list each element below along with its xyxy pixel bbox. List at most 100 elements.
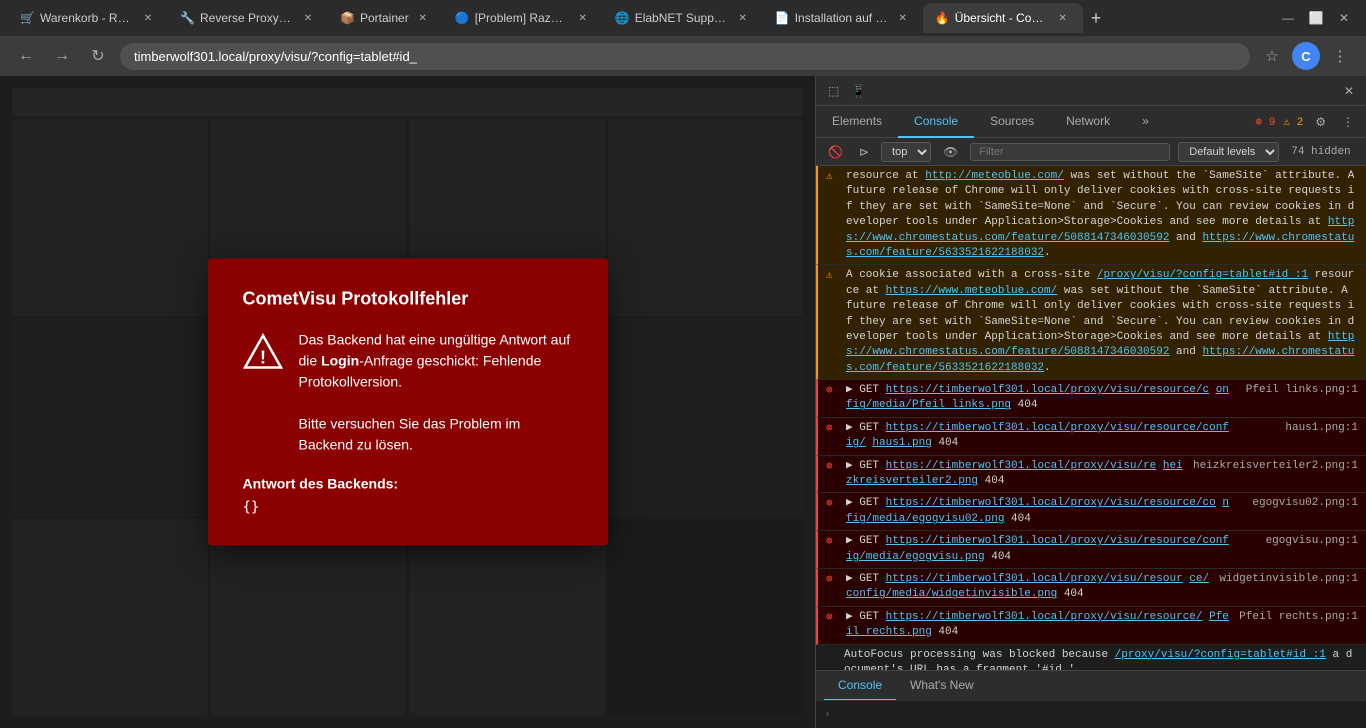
message-content: ▶ GET https://timberwolf301.local/proxy/… bbox=[846, 610, 1230, 641]
console-prompt-icon: › bbox=[824, 709, 831, 721]
error-response-body: {} bbox=[243, 500, 573, 516]
tab-portainer[interactable]: 📦 Portainer ✕ bbox=[328, 3, 443, 33]
message-location: haus1.png:1 bbox=[1238, 421, 1358, 436]
console-message: ⊗ ▶ GET https://timberwolf301.local/prox… bbox=[816, 418, 1366, 456]
error-dialog: CometVisu Protokollfehler ! Das Backend … bbox=[208, 259, 608, 546]
message-link[interactable]: /proxy/visu/?config=tablet#id :1 bbox=[1097, 269, 1308, 281]
inspect-element-button[interactable]: ⬚ bbox=[824, 82, 843, 100]
message-content: ▶ GET https://timberwolf301.local/proxy/… bbox=[846, 421, 1230, 452]
tab-warenkorb[interactable]: 🛒 Warenkorb - Rau… ✕ bbox=[8, 3, 168, 33]
warning-count-badge: ⚠ 2 bbox=[1283, 115, 1303, 129]
error-response-label: Antwort des Backends: bbox=[243, 476, 573, 492]
error-count-badge: ⊗ 9 bbox=[1256, 115, 1276, 129]
warning-icon: ⚠ bbox=[826, 170, 842, 185]
close-window-button[interactable]: ✕ bbox=[1330, 4, 1358, 32]
devtools-more-button[interactable]: ⋮ bbox=[1338, 113, 1358, 131]
devtools-close-button[interactable]: ✕ bbox=[1340, 82, 1358, 100]
tab-title-reverse-proxy: Reverse Proxy | Ti… bbox=[200, 11, 294, 25]
message-content: ▶ GET https://timberwolf301.local/proxy/… bbox=[846, 572, 1211, 603]
hidden-count: 74 hidden bbox=[1291, 146, 1350, 158]
message-link[interactable]: https://timberwolf301.local/proxy/visu/r… bbox=[886, 535, 1229, 547]
devtools-tab-console[interactable]: Console bbox=[898, 106, 974, 138]
message-link[interactable]: https://timberwolf301.local/proxy/visu/r… bbox=[886, 460, 1157, 472]
message-link[interactable]: https://timberwolf301.local/proxy/visu/r… bbox=[886, 611, 1203, 623]
message-link[interactable]: haus1.png bbox=[872, 437, 931, 449]
message-content: ▶ GET https://timberwolf301.local/proxy/… bbox=[846, 459, 1185, 490]
message-content: ▶ GET https://timberwolf301.local/proxy/… bbox=[846, 383, 1230, 414]
message-content: A cookie associated with a cross-site /p… bbox=[846, 268, 1358, 376]
message-content: AutoFocus processing was blocked because… bbox=[844, 648, 1358, 670]
console-filter-input[interactable] bbox=[970, 143, 1170, 161]
console-level-select[interactable]: Default levels bbox=[1178, 142, 1279, 162]
address-bar: ← → ↻ ☆ C ⋮ bbox=[0, 36, 1366, 76]
back-button[interactable]: ← bbox=[12, 42, 40, 70]
console-clear-button[interactable]: 🚫 bbox=[824, 143, 847, 161]
devtools-bottom-tab-console[interactable]: Console bbox=[824, 671, 896, 701]
console-message: ⊗ ▶ GET https://timberwolf301.local/prox… bbox=[816, 380, 1366, 418]
forward-button[interactable]: → bbox=[48, 42, 76, 70]
devtools-settings-button[interactable]: ⚙ bbox=[1311, 113, 1330, 131]
devtools-tab-network[interactable]: Network bbox=[1050, 106, 1126, 138]
tab-favicon-installation: 📄 bbox=[775, 11, 789, 25]
error-icon: ⊗ bbox=[826, 611, 842, 626]
message-link[interactable]: https://timberwolf301.local/proxy/visu/r… bbox=[886, 573, 1183, 585]
device-toolbar-button[interactable]: 📱 bbox=[847, 82, 870, 100]
message-link[interactable]: /proxy/visu/?config=tablet#id :1 bbox=[1115, 649, 1326, 661]
tab-title-problem: [Problem] Razors… bbox=[475, 11, 569, 25]
tab-close-ubersicht[interactable]: ✕ bbox=[1055, 10, 1071, 26]
tab-close-warenkorb[interactable]: ✕ bbox=[140, 10, 156, 26]
tab-reverse-proxy[interactable]: 🔧 Reverse Proxy | Ti… ✕ bbox=[168, 3, 328, 33]
error-dialog-title: CometVisu Protokollfehler bbox=[243, 289, 573, 310]
tab-close-problem[interactable]: ✕ bbox=[575, 10, 591, 26]
error-icon: ⊗ bbox=[826, 535, 842, 550]
message-link[interactable]: https://www.meteoblue.com/ bbox=[886, 285, 1058, 297]
message-link[interactable]: https://timberwolf301.local/proxy/visu/r… bbox=[886, 497, 1216, 509]
error-dialog-body: ! Das Backend hat eine ungültige Antwort… bbox=[243, 330, 573, 456]
error-icon: ⊗ bbox=[826, 384, 842, 399]
menu-button[interactable]: ⋮ bbox=[1326, 42, 1354, 70]
message-location: widgetinvisible.png:1 bbox=[1219, 572, 1358, 587]
console-messages[interactable]: ⚠ resource at http://meteoblue.com/ was … bbox=[816, 166, 1366, 670]
maximize-button[interactable]: ⬜ bbox=[1302, 4, 1330, 32]
tab-title-installation: Installation auf de… bbox=[795, 11, 889, 25]
tab-title-ubersicht: Übersicht - Come… bbox=[955, 11, 1049, 25]
devtools-bottom-tab-whatsnew[interactable]: What's New bbox=[896, 671, 988, 701]
console-expand-button[interactable]: ⊳ bbox=[855, 143, 873, 161]
tab-favicon-warenkorb: 🛒 bbox=[20, 11, 34, 25]
url-bar[interactable] bbox=[120, 43, 1250, 70]
console-context-select[interactable]: top bbox=[881, 142, 931, 162]
message-location: egogvisu02.png:1 bbox=[1238, 496, 1358, 511]
message-link[interactable]: http://meteoblue.com/ bbox=[925, 170, 1064, 182]
refresh-button[interactable]: ↻ bbox=[84, 42, 112, 70]
console-message: ⊗ ▶ GET https://timberwolf301.local/prox… bbox=[816, 456, 1366, 494]
tab-ubersicht[interactable]: 🔥 Übersicht - Come… ✕ bbox=[923, 3, 1083, 33]
bookmark-button[interactable]: ☆ bbox=[1258, 42, 1286, 70]
toolbar-icons: ☆ C ⋮ bbox=[1258, 42, 1354, 70]
tab-favicon-portainer: 📦 bbox=[340, 11, 354, 25]
tab-close-installation[interactable]: ✕ bbox=[895, 10, 911, 26]
console-input[interactable] bbox=[839, 708, 1358, 721]
tab-close-portainer[interactable]: ✕ bbox=[415, 10, 431, 26]
devtools-console-input-area: › bbox=[816, 700, 1366, 728]
tab-title-elabnet: ElabNET Support f… bbox=[635, 11, 729, 25]
devtools-tab-elements[interactable]: Elements bbox=[816, 106, 898, 138]
minimize-button[interactable]: — bbox=[1274, 4, 1302, 32]
devtools-tab-more[interactable]: » bbox=[1126, 106, 1165, 138]
message-link[interactable]: https://timberwolf301.local/proxy/visu/r… bbox=[886, 384, 1209, 396]
new-tab-button[interactable]: + bbox=[1083, 8, 1110, 29]
tab-close-elabnet[interactable]: ✕ bbox=[735, 10, 751, 26]
page-content: CometVisu Protokollfehler ! Das Backend … bbox=[0, 76, 815, 728]
console-eye-button[interactable]: 👁 bbox=[939, 143, 962, 161]
devtools-bottom-tabs: Console What's New bbox=[816, 670, 1366, 700]
devtools-tabs: Elements Console Sources Network » ⊗ 9 ⚠… bbox=[816, 106, 1366, 138]
tab-close-reverse-proxy[interactable]: ✕ bbox=[300, 10, 316, 26]
profile-button[interactable]: C bbox=[1292, 42, 1320, 70]
message-link[interactable]: ig/media/egogvisu.png bbox=[846, 551, 985, 563]
console-message: ⚠ A cookie associated with a cross-site … bbox=[816, 265, 1366, 380]
error-icon: ⊗ bbox=[826, 460, 842, 475]
tab-problem[interactable]: 🔵 [Problem] Razors… ✕ bbox=[443, 3, 603, 33]
tab-elabnet[interactable]: 🌐 ElabNET Support f… ✕ bbox=[603, 3, 763, 33]
message-content: resource at http://meteoblue.com/ was se… bbox=[846, 169, 1358, 261]
devtools-tab-sources[interactable]: Sources bbox=[974, 106, 1050, 138]
tab-installation[interactable]: 📄 Installation auf de… ✕ bbox=[763, 3, 923, 33]
